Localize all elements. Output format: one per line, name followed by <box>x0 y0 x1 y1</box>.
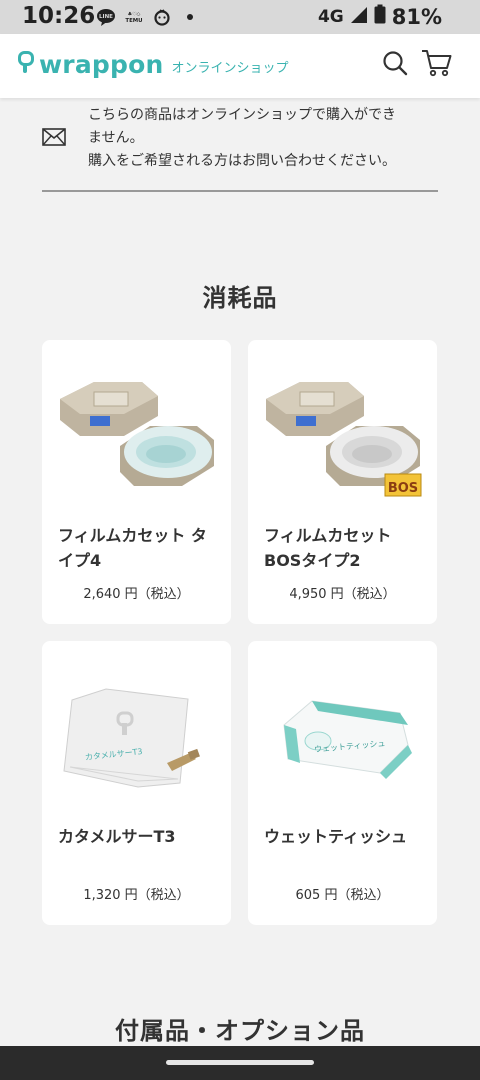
site-header: wrappon オンラインショップ <box>0 34 480 98</box>
battery-level: 81% <box>391 4 442 29</box>
baby-icon <box>152 8 172 26</box>
product-price: 2,640 円（税込） <box>83 587 190 602</box>
search-icon <box>382 50 408 80</box>
product-name: フィルムカセット BOSタイプ2 <box>264 523 426 573</box>
line-icon: LINE <box>96 8 116 26</box>
battery-icon <box>374 4 386 29</box>
site-logo[interactable]: wrappon オンラインショップ <box>18 50 288 79</box>
network-type: 4G <box>317 6 344 27</box>
section-title-consumables: 消耗品 <box>202 284 278 312</box>
status-time: 10:26 <box>22 3 96 29</box>
cart-icon <box>421 49 453 81</box>
signal-icon <box>350 5 368 29</box>
section-title-accessories: 付属品・オプション品 <box>115 1017 365 1045</box>
product-price: 605 円（税込） <box>295 888 390 903</box>
svg-text:LINE: LINE <box>99 14 113 20</box>
cart-button[interactable] <box>420 48 454 82</box>
product-name-line: ウェットティッシュ <box>264 827 408 846</box>
notice-line: ません。 <box>88 130 144 146</box>
notice-text: こちらの商品はオンラインショップで購入ができ ません。 購入をご希望される方はお… <box>88 104 438 173</box>
product-name: カタメルサーT3 <box>58 824 220 849</box>
home-gesture-handle[interactable] <box>166 1060 314 1065</box>
bos-badge: BOS <box>388 481 418 496</box>
product-card[interactable]: BOS フィルムカセット BOSタイプ2 4,950 円（税込） <box>248 340 437 624</box>
product-image: カタメルサーT3 <box>42 655 231 805</box>
product-card[interactable]: ウェットティッシュ ウェットティッシュ 605 円（税込） <box>248 641 437 925</box>
mail-icon <box>42 128 66 150</box>
product-card[interactable]: フィルムカセット タ イプ4 2,640 円（税込） <box>42 340 231 624</box>
product-name-line: カタメルサーT3 <box>58 827 176 846</box>
product-image: ウェットティッシュ <box>248 655 437 805</box>
product-name: フィルムカセット タ イプ4 <box>58 523 220 573</box>
temu-icon: ♣♡◇ TEMU <box>124 8 144 26</box>
search-button[interactable] <box>378 48 412 82</box>
dot-icon <box>180 8 200 26</box>
status-right: 4G 81% <box>318 4 442 29</box>
notification-icons: LINE ♣♡◇ TEMU <box>96 8 200 26</box>
svg-text:TEMU: TEMU <box>125 18 142 24</box>
product-image <box>42 354 231 504</box>
product-card[interactable]: カタメルサーT3 カタメルサーT3 1,320 円（税込） <box>42 641 231 925</box>
notice-line: 購入をご希望される方はお問い合わせください。 <box>88 153 396 169</box>
product-price: 4,950 円（税込） <box>289 587 396 602</box>
product-name: ウェットティッシュ <box>264 824 426 849</box>
logo-text: wrappon <box>39 50 164 79</box>
product-image: BOS <box>248 354 437 504</box>
product-name-line: フィルムカセット タ <box>58 526 207 545</box>
notice-line: こちらの商品はオンラインショップで購入ができ <box>88 107 396 123</box>
logo-subtitle: オンラインショップ <box>171 61 289 76</box>
status-bar: 10:26 LINE ♣♡◇ TEMU 4G 81% <box>0 0 480 34</box>
product-name-line: フィルムカセット <box>264 526 392 545</box>
logo-mark-icon <box>18 50 34 79</box>
svg-text:♣♡◇: ♣♡◇ <box>128 11 141 17</box>
product-name-line: イプ4 <box>58 551 102 570</box>
divider <box>42 190 438 192</box>
system-nav-bar <box>0 1046 480 1080</box>
product-price: 1,320 円（税込） <box>83 888 190 903</box>
purchase-notice: こちらの商品はオンラインショップで購入ができ ません。 購入をご希望される方はお… <box>42 104 438 173</box>
product-name-line: BOSタイプ2 <box>264 551 361 570</box>
